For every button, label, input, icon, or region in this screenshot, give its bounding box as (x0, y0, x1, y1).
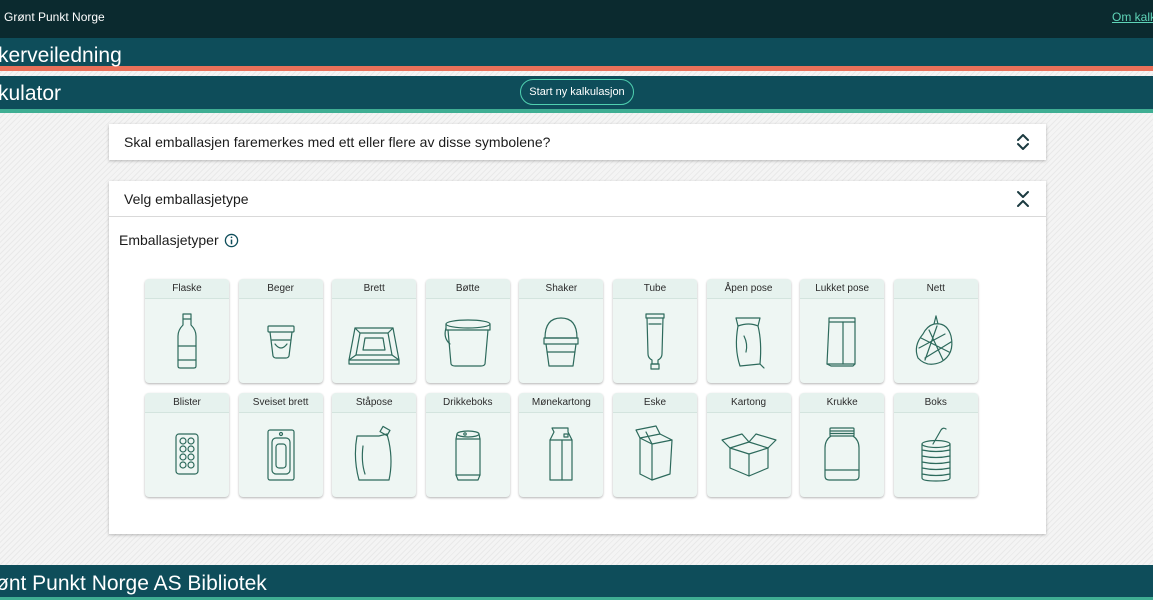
packaging-types-heading: Emballasjetyper (119, 232, 239, 248)
packaging-card-blister[interactable]: Blister (145, 393, 229, 497)
jar-icon (824, 427, 860, 481)
packaging-card-lukket-pose[interactable]: Lukket pose (800, 279, 885, 383)
tube-icon (645, 313, 665, 370)
packaging-card-label: Tube (612, 279, 697, 299)
chevron-up-down-icon[interactable] (1015, 133, 1031, 151)
open-carton-icon (720, 433, 777, 477)
packaging-card-label: Eske (612, 393, 697, 413)
blister-icon (175, 433, 199, 475)
library-footer: ønt Punkt Norge AS Bibliotek (0, 565, 1153, 600)
packaging-card-monekartong[interactable]: Mønekartong (519, 393, 604, 497)
packaging-card-shaker[interactable]: Shaker (519, 279, 604, 383)
packaging-card-label: Shaker (519, 279, 604, 299)
bottle-icon (177, 313, 197, 369)
bucket-icon (444, 319, 491, 367)
packaging-card-label: Brett (332, 279, 417, 299)
tray-icon (348, 327, 400, 365)
packaging-card-krukke[interactable]: Krukke (800, 393, 885, 497)
packaging-type-grid: Flaske Beger Brett Bøtte Shaker Tube Åpe… (145, 279, 985, 497)
net-icon (915, 315, 953, 365)
box-icon (635, 425, 673, 481)
packaging-card-stapose[interactable]: Ståpose (332, 393, 417, 497)
packaging-card-apen-pose[interactable]: Åpen pose (706, 279, 791, 383)
packaging-card-label: Drikkeboks (425, 393, 510, 413)
calculator-title: kulator (0, 82, 62, 105)
packaging-card-flaske[interactable]: Flaske (145, 279, 229, 383)
guide-header: kerveiledning (0, 38, 1153, 71)
hazard-question: Skal emballasjen faremerkes med ett elle… (124, 134, 551, 150)
shaker-icon (543, 317, 579, 367)
brand-name[interactable]: Grønt Punkt Norge (4, 10, 105, 24)
packaging-card-label: Åpen pose (706, 279, 791, 299)
packaging-card-label: Blister (145, 393, 229, 413)
packaging-type-accordion: Velg emballasjetype Emballasjetyper Flas… (109, 181, 1046, 534)
packaging-accordion-header[interactable]: Velg emballasjetype (109, 181, 1046, 217)
start-new-calculation-button[interactable]: Start ny kalkulasjon (520, 79, 634, 105)
packaging-card-boks[interactable]: Boks (893, 393, 978, 497)
packaging-card-brett[interactable]: Brett (332, 279, 417, 383)
packaging-card-label: Bøtte (425, 279, 510, 299)
tin-icon (921, 427, 951, 482)
packaging-card-label: Beger (238, 279, 323, 299)
sealed-tray-icon (266, 429, 295, 481)
packaging-card-label: Sveiset brett (238, 393, 323, 413)
gable-carton-icon (549, 427, 573, 481)
packaging-card-beger[interactable]: Beger (238, 279, 323, 383)
library-title: ønt Punkt Norge AS Bibliotek (0, 572, 267, 595)
packaging-card-label: Flaske (145, 279, 229, 299)
packaging-accordion-title: Velg emballasjetype (124, 190, 249, 207)
packaging-card-tube[interactable]: Tube (612, 279, 697, 383)
packaging-card-label: Nett (893, 279, 978, 299)
packaging-card-label: Mønekartong (519, 393, 604, 413)
packaging-card-label: Ståpose (332, 393, 417, 413)
packaging-card-botte[interactable]: Bøtte (425, 279, 510, 383)
pouch-icon (354, 425, 392, 481)
closed-bag-icon (826, 317, 856, 367)
about-calculator-link[interactable]: Om kalku (1112, 10, 1153, 24)
packaging-card-eske[interactable]: Eske (612, 393, 697, 497)
packaging-card-drikkeboks[interactable]: Drikkeboks (425, 393, 510, 497)
packaging-card-label: Lukket pose (800, 279, 885, 299)
guide-title: kerveiledning (0, 44, 122, 67)
packaging-card-label: Boks (893, 393, 978, 413)
info-icon[interactable] (224, 233, 239, 248)
packaging-card-sveiset-brett[interactable]: Sveiset brett (238, 393, 323, 497)
packaging-card-label: Kartong (706, 393, 791, 413)
packaging-card-label: Krukke (800, 393, 885, 413)
open-bag-icon (734, 317, 765, 369)
top-bar: Grønt Punkt Norge Om kalku (0, 0, 1153, 38)
hazard-symbols-accordion: Skal emballasjen faremerkes med ett elle… (109, 124, 1046, 160)
packaging-card-kartong[interactable]: Kartong (706, 393, 791, 497)
packaging-types-label: Emballasjetyper (119, 232, 219, 248)
collapse-icon[interactable] (1015, 190, 1031, 208)
packaging-card-nett[interactable]: Nett (893, 279, 978, 383)
can-icon (455, 430, 481, 481)
calculator-header: kulator Start ny kalkulasjon (0, 76, 1153, 113)
hazard-accordion-header[interactable]: Skal emballasjen faremerkes med ett elle… (109, 124, 1046, 160)
cup-icon (266, 325, 295, 359)
